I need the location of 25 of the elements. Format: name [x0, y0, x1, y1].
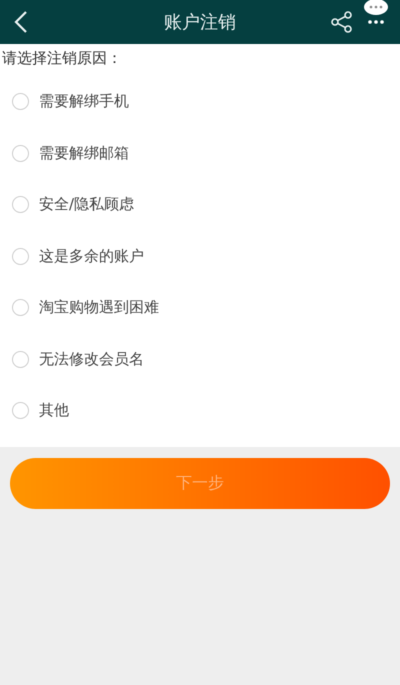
reason-option[interactable]: 无法修改会员名 [0, 334, 400, 385]
reason-option[interactable]: 这是多余的账户 [0, 230, 400, 282]
radio-button[interactable] [12, 350, 29, 368]
reason-label: 淘宝购物遇到困难 [39, 298, 159, 318]
radio-button[interactable] [12, 196, 29, 214]
reason-label: 无法修改会员名 [39, 350, 144, 369]
reason-option[interactable]: 其他 [0, 385, 400, 436]
reason-label: 其他 [39, 401, 69, 420]
page-title: 账户注销 [164, 11, 236, 34]
radio-button[interactable] [12, 93, 29, 110]
prompt-text: 请选择注销原因： [1, 48, 123, 69]
reason-option[interactable]: 需要解绑邮箱 [0, 128, 400, 179]
reason-label: 需要解绑手机 [39, 92, 129, 112]
back-icon[interactable] [14, 10, 28, 34]
reason-label: 安全/隐私顾虑 [39, 195, 134, 214]
reason-label: 这是多余的账户 [39, 246, 144, 266]
reason-option[interactable]: 淘宝购物遇到困难 [0, 282, 400, 334]
radio-button[interactable] [12, 402, 29, 420]
radio-button[interactable] [12, 248, 29, 265]
radio-button[interactable] [12, 144, 29, 162]
reason-option[interactable]: 需要解绑手机 [0, 76, 400, 128]
reason-label: 需要解绑邮箱 [39, 144, 129, 163]
share-icon[interactable] [330, 10, 354, 34]
radio-button[interactable] [12, 299, 29, 316]
reason-option[interactable]: 安全/隐私顾虑 [0, 179, 400, 230]
